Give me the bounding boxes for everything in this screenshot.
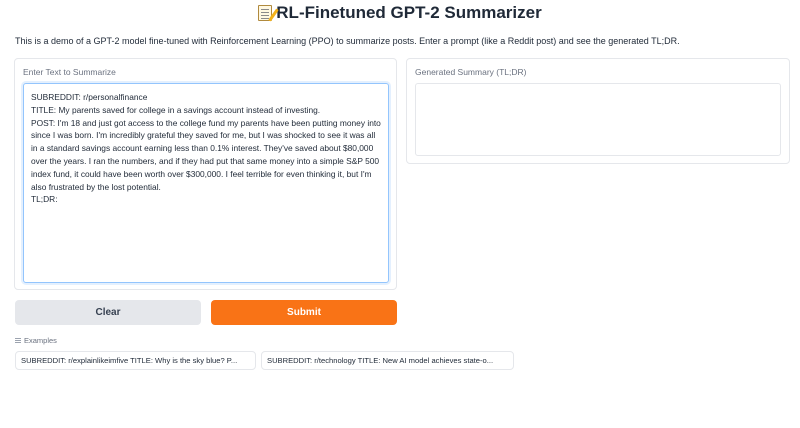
page-description: This is a demo of a GPT-2 model fine-tun… xyxy=(15,36,680,46)
output-label: Generated Summary (TL;DR) xyxy=(415,67,527,77)
page-title: RL-Finetuned GPT-2 Summarizer xyxy=(0,2,800,24)
clear-button[interactable]: Clear xyxy=(15,300,201,325)
examples-header: Examples xyxy=(15,336,57,345)
submit-button[interactable]: Submit xyxy=(211,300,397,325)
examples-label: Examples xyxy=(24,336,57,345)
summary-output[interactable] xyxy=(415,83,781,156)
input-label: Enter Text to Summarize xyxy=(23,67,116,77)
output-panel: Generated Summary (TL;DR) xyxy=(406,58,790,164)
page-title-text: RL-Finetuned GPT-2 Summarizer xyxy=(276,3,542,22)
list-icon xyxy=(15,338,21,343)
input-panel: Enter Text to Summarize SUBREDDIT: r/per… xyxy=(14,58,397,290)
memo-icon xyxy=(258,5,273,21)
example-item[interactable]: SUBREDDIT: r/explainlikeimfive TITLE: Wh… xyxy=(15,351,256,370)
prompt-textarea[interactable]: SUBREDDIT: r/personalfinance TITLE: My p… xyxy=(23,83,389,283)
example-item[interactable]: SUBREDDIT: r/technology TITLE: New AI mo… xyxy=(261,351,514,370)
